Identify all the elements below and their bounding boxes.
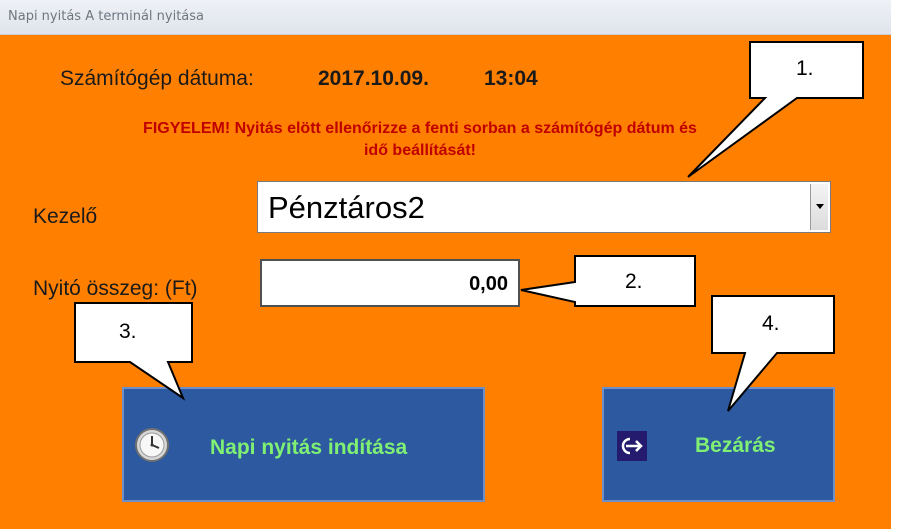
callout-2-shape bbox=[520, 255, 696, 307]
callout-3-label: 3. bbox=[119, 320, 137, 343]
callout-2-label: 2. bbox=[625, 270, 643, 293]
callout-1-shape bbox=[687, 41, 864, 178]
callout-4-label: 4. bbox=[762, 312, 780, 335]
callout-1-label: 1. bbox=[796, 57, 814, 80]
callout-overlay bbox=[74, 41, 864, 412]
dialog-window: Napi nyitás A terminál nyitása Számítógé… bbox=[0, 0, 899, 529]
callout-3-shape bbox=[74, 302, 193, 401]
